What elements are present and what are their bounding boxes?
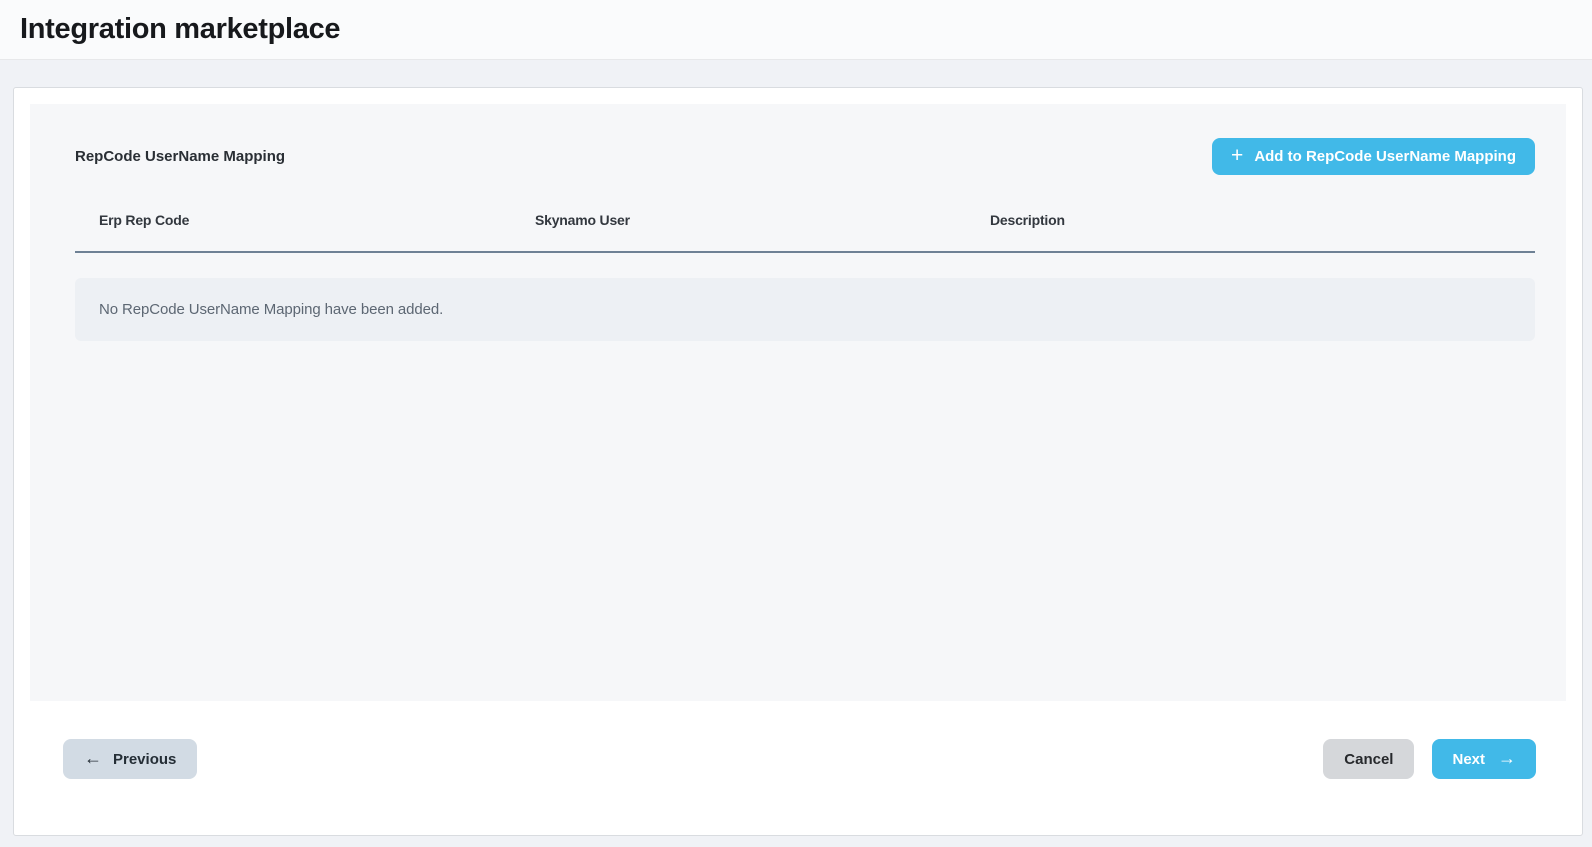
- column-header-erp-rep-code: Erp Rep Code: [75, 212, 511, 228]
- previous-button-label: Previous: [113, 751, 176, 768]
- empty-state-message: No RepCode UserName Mapping have been ad…: [99, 301, 443, 318]
- arrow-right-icon: →: [1498, 749, 1516, 767]
- page-title: Integration marketplace: [20, 13, 340, 46]
- mapping-table-header: Erp Rep Code Skynamo User Description: [75, 212, 1535, 253]
- column-header-skynamo-user: Skynamo User: [511, 212, 966, 228]
- arrow-left-icon: ←: [84, 749, 102, 767]
- integration-card: RepCode UserName Mapping + Add to RepCod…: [13, 87, 1583, 836]
- add-mapping-button[interactable]: + Add to RepCode UserName Mapping: [1212, 138, 1535, 175]
- next-button[interactable]: Next →: [1432, 739, 1536, 779]
- cancel-button-label: Cancel: [1344, 751, 1393, 768]
- previous-button[interactable]: ← Previous: [63, 739, 197, 779]
- section-title: RepCode UserName Mapping: [75, 148, 285, 165]
- mapping-panel: RepCode UserName Mapping + Add to RepCod…: [30, 104, 1566, 701]
- next-button-label: Next: [1452, 751, 1485, 768]
- column-header-description: Description: [966, 212, 1535, 228]
- cancel-button[interactable]: Cancel: [1323, 739, 1414, 779]
- add-mapping-button-label: Add to RepCode UserName Mapping: [1254, 148, 1516, 165]
- plus-icon: +: [1231, 145, 1243, 166]
- wizard-footer: ← Previous Cancel Next →: [30, 739, 1566, 779]
- page-header: Integration marketplace: [0, 0, 1592, 60]
- section-header: RepCode UserName Mapping + Add to RepCod…: [75, 104, 1535, 175]
- empty-state: No RepCode UserName Mapping have been ad…: [75, 278, 1535, 341]
- footer-right-group: Cancel Next →: [1323, 739, 1536, 779]
